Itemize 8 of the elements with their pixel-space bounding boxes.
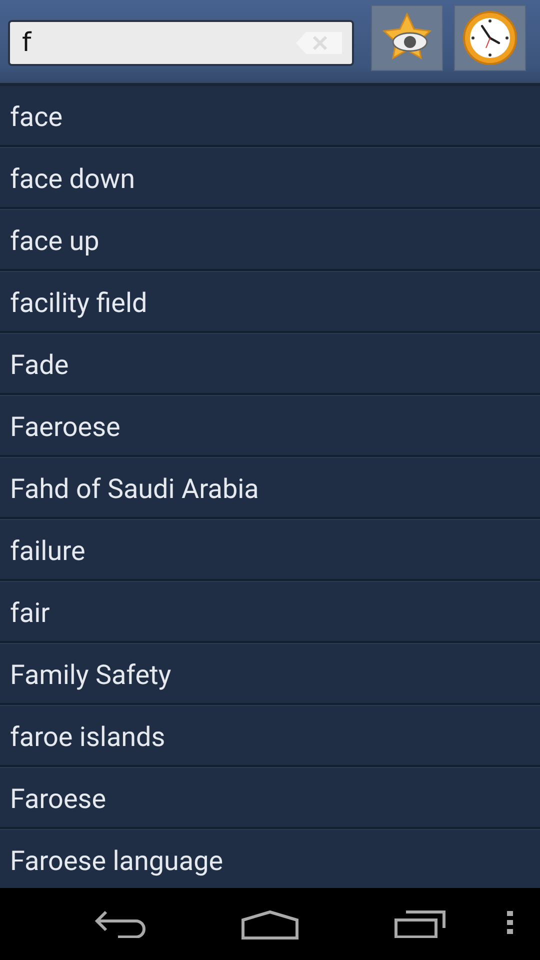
back-icon[interactable] [94, 910, 146, 938]
recent-apps-icon[interactable] [394, 910, 448, 938]
search-field[interactable]: f [8, 20, 354, 66]
overflow-menu-icon[interactable] [506, 910, 514, 936]
home-icon[interactable] [241, 910, 299, 940]
clock-icon [461, 8, 519, 66]
history-button[interactable] [454, 4, 526, 70]
favorites-button[interactable] [371, 4, 443, 70]
